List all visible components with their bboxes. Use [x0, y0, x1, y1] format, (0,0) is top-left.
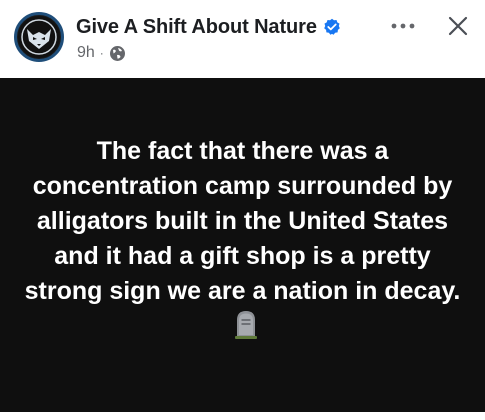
globe-icon[interactable] — [109, 45, 126, 62]
more-options-icon — [391, 23, 415, 29]
post-timestamp[interactable]: 9h — [77, 44, 95, 62]
verified-badge-icon — [323, 18, 341, 36]
post-text: The fact that there was a concentration … — [23, 134, 463, 345]
page-avatar[interactable] — [14, 12, 64, 62]
post-message: The fact that there was a concentration … — [24, 136, 461, 305]
post-meta: 9h · — [77, 43, 126, 63]
bottom-divider — [0, 412, 485, 420]
close-button[interactable] — [442, 10, 474, 42]
title-row: Give A Shift About Nature — [76, 14, 341, 40]
meta-separator: · — [99, 46, 104, 60]
tombstone-emoji — [234, 309, 258, 339]
post-content-card[interactable]: The fact that there was a concentration … — [0, 78, 485, 412]
wolf-logo-icon — [18, 16, 60, 58]
close-icon — [448, 16, 468, 36]
more-options-button[interactable] — [388, 12, 418, 40]
post-header: Give A Shift About Nature 9h · — [0, 0, 485, 76]
page-name-link[interactable]: Give A Shift About Nature — [76, 16, 317, 39]
